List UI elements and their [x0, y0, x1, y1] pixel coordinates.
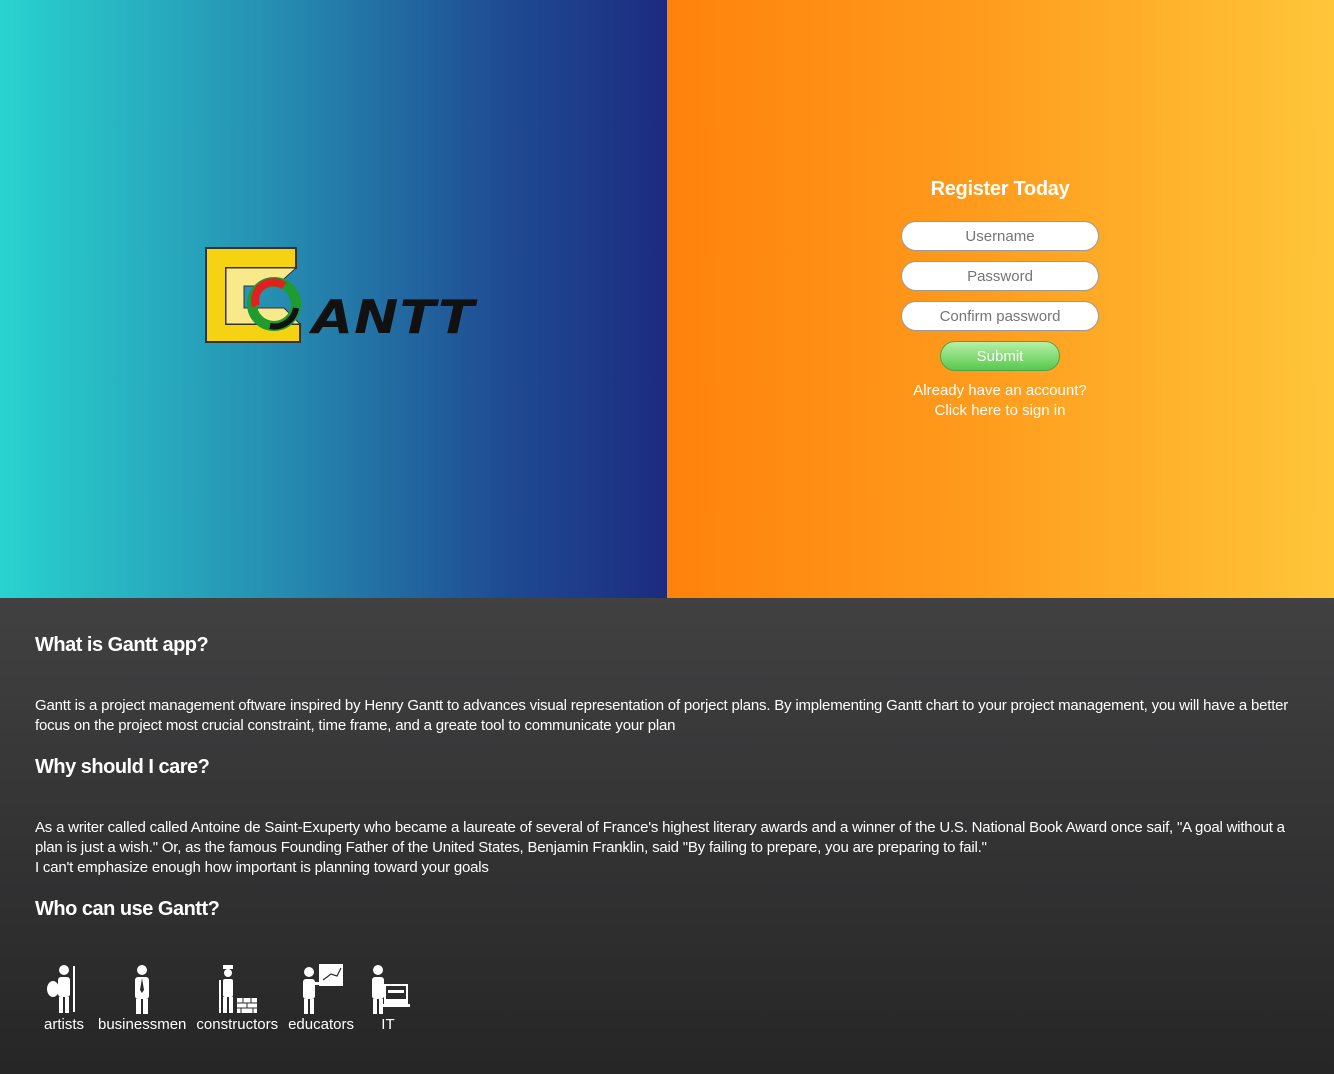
- register-title: Register Today: [930, 178, 1070, 200]
- submit-button[interactable]: Submit: [940, 341, 1060, 371]
- hero: ANTT Register Today Submit Already have …: [0, 0, 1334, 598]
- artist-icon: [47, 965, 75, 1013]
- it-worker-icon: [371, 965, 410, 1014]
- user-type-constructors: constructors: [196, 962, 278, 1033]
- section-text-why-2: I can't emphasize enough how important i…: [35, 859, 489, 876]
- user-type-artists: artists: [40, 962, 88, 1033]
- sign-in-line-1: Already have an account?: [913, 382, 1087, 399]
- section-title-what: What is Gantt app?: [35, 634, 209, 656]
- constructor-icon: [219, 965, 258, 1013]
- section-title-why: Why should I care?: [35, 756, 210, 778]
- user-type-label: businessmen: [98, 1016, 187, 1033]
- brand-panel: ANTT: [0, 0, 667, 598]
- user-type-label: artists: [43, 1016, 84, 1033]
- section-text-why: As a writer called called Antoine de Sai…: [35, 819, 1285, 856]
- educator-icon: [303, 964, 344, 1014]
- user-type-label: constructors: [196, 1016, 279, 1033]
- user-type-educators: educators: [288, 962, 354, 1033]
- section-text-what: Gantt is a project management oftware in…: [35, 697, 1289, 734]
- sign-in-line-2: Click here to sign in: [934, 402, 1066, 419]
- info-section: What is Gantt app? Gantt is a project ma…: [0, 598, 1334, 1074]
- user-type-it: IT: [364, 962, 412, 1033]
- username-input[interactable]: [901, 221, 1099, 251]
- gantt-logo: ANTT: [204, 246, 474, 346]
- user-type-businessmen: businessmen: [98, 962, 186, 1033]
- businessman-icon: [135, 965, 150, 1014]
- user-types: artists businessmen constructors educato…: [40, 962, 412, 1033]
- logo-mark-icon: [205, 247, 302, 343]
- logo-text: ANTT: [312, 290, 476, 344]
- section-title-who: Who can use Gantt?: [35, 898, 220, 920]
- confirm-password-input[interactable]: [901, 301, 1099, 331]
- password-input[interactable]: [901, 261, 1099, 291]
- sign-in-link[interactable]: Already have an account? Click here to s…: [900, 381, 1100, 421]
- register-form: Register Today Submit Already have an ac…: [900, 172, 1100, 421]
- user-type-label: educators: [288, 1016, 354, 1033]
- user-type-label: IT: [381, 1016, 395, 1033]
